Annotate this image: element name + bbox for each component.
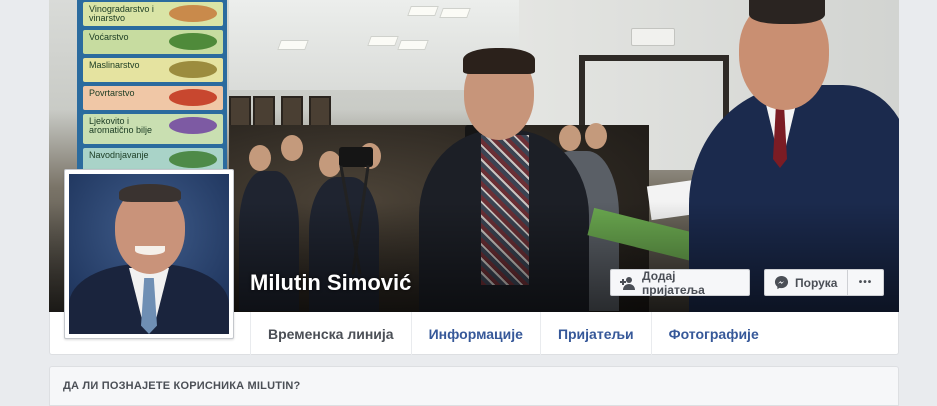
produce-plate (169, 61, 217, 78)
add-friend-button[interactable]: Додај пријатеља (610, 268, 750, 297)
hair (119, 184, 181, 202)
ceiling-light (397, 40, 429, 50)
produce-plate (169, 117, 217, 134)
do-you-know-title: ДА ЛИ ПОЗНАЈЕТЕ КОРИСНИКА MILUTIN? (63, 380, 301, 392)
poster-item-label: Maslinarstvo (89, 60, 140, 70)
hair (749, 0, 825, 24)
poster: Vinogradarstvo i vinarstvo Voćarstvo Mas… (77, 0, 227, 172)
profile-picture[interactable] (64, 169, 234, 339)
poster-item-label: Navodnjavanje (89, 150, 149, 160)
smile (135, 246, 165, 255)
tab-about[interactable]: Информације (410, 312, 540, 355)
profile-tabs: Временска линија Информације Пријатељи Ф… (250, 312, 776, 355)
poster-item: Povrtarstvo (83, 86, 223, 110)
ceiling-light (407, 6, 439, 16)
hair (463, 48, 535, 74)
more-options-button[interactable]: ••• (847, 269, 884, 296)
tab-friends[interactable]: Пријатељи (539, 312, 651, 355)
message-button[interactable]: Порука (764, 269, 848, 296)
poster-item: Voćarstvo (83, 30, 223, 54)
produce-plate (169, 33, 217, 50)
messenger-icon (774, 275, 789, 290)
poster-item: Vinogradarstvo i vinarstvo (83, 2, 223, 26)
poster-item-label: Voćarstvo (89, 32, 129, 42)
ceiling-light (367, 36, 399, 46)
poster-item-label: Vinogradarstvo i vinarstvo (89, 4, 154, 23)
profile-photo (69, 174, 229, 334)
do-you-know-card: ДА ЛИ ПОЗНАЈЕТЕ КОРИСНИКА MILUTIN? (49, 366, 899, 406)
add-friend-icon (620, 276, 636, 290)
produce-plate (169, 89, 217, 106)
ceiling-light (439, 8, 471, 18)
poster-item-label: Povrtarstvo (89, 88, 135, 98)
profile-name[interactable]: Milutin Simović (250, 270, 411, 296)
tab-photos[interactable]: Фотографије (650, 312, 776, 355)
poster-item-label: Ljekovito i aromatično bilje (89, 116, 153, 135)
produce-plate (169, 5, 217, 22)
poster-item: Maslinarstvo (83, 58, 223, 82)
air-conditioner (631, 28, 675, 46)
add-friend-label: Додај пријатеља (642, 268, 705, 297)
produce-plate (169, 151, 217, 168)
poster-item: Ljekovito i aromatično bilje (83, 114, 223, 144)
tab-timeline[interactable]: Временска линија (250, 312, 411, 355)
more-icon: ••• (858, 277, 873, 288)
message-label: Порука (795, 275, 838, 290)
ceiling-light (277, 40, 309, 50)
